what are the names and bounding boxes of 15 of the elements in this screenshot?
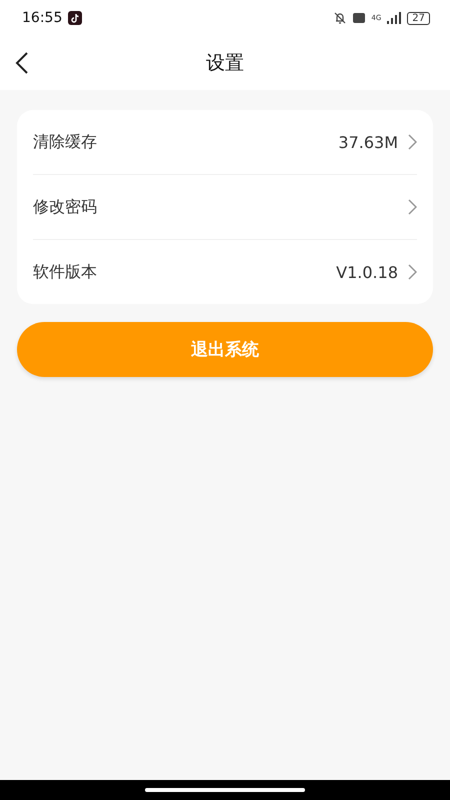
setting-label[interactable]: 修改密码 xyxy=(33,196,398,218)
hd-icon xyxy=(353,13,366,23)
signal-icon xyxy=(387,12,402,24)
app-icon xyxy=(68,11,82,25)
chevron-icon xyxy=(408,264,417,280)
chevron-icon xyxy=(408,134,417,150)
setting-value: V1.0.18 xyxy=(336,262,398,282)
status-time: 16:55 xyxy=(22,10,62,26)
page-title: 设置 xyxy=(206,51,244,76)
setting-label[interactable]: 清除缓存 xyxy=(33,132,328,152)
battery-level: 27 xyxy=(407,12,430,24)
muted-bell-icon xyxy=(333,11,348,25)
chevron-icon xyxy=(408,199,417,215)
setting-label[interactable]: 软件版本 xyxy=(33,262,326,282)
setting-value: 37.63M xyxy=(338,132,398,152)
